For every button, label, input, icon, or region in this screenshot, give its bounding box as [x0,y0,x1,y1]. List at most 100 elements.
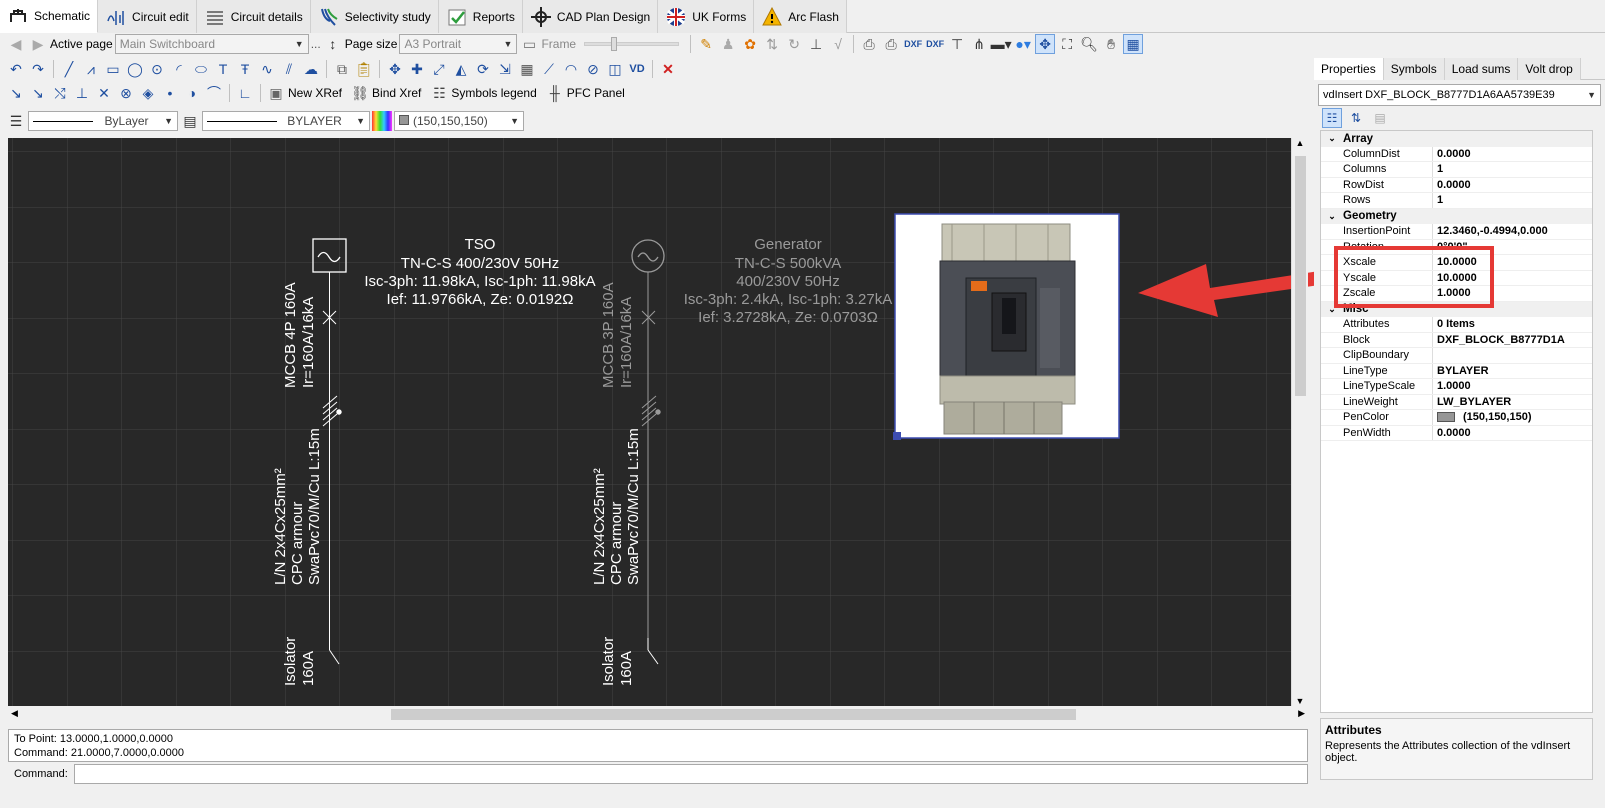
zoom-extents-icon[interactable]: ⛶ [1057,34,1077,54]
new-xref-button[interactable]: New XRef [288,86,342,100]
scroll-right-icon[interactable]: ▶ [1298,708,1305,719]
lineweight-icon[interactable]: ☰ [6,111,26,131]
copy-icon[interactable]: ⧉ [332,59,352,79]
tab-reports[interactable]: Reports [438,0,523,33]
page-size-select[interactable]: A3 Portrait ▼ [399,34,518,54]
symbols-legend-icon[interactable]: ☷ [429,83,449,103]
line-icon[interactable]: ╱ [59,59,79,79]
fillet-icon[interactable]: ◠ [561,59,581,79]
property-row[interactable]: ClipBoundary [1321,348,1592,364]
tab-cad-plan-design[interactable]: CAD Plan Design [522,0,659,33]
polyline-icon[interactable]: ⩘ [81,59,101,79]
grid-toggle-icon[interactable]: ▦ [1123,34,1144,54]
color-dropdown-icon[interactable]: ●▾ [1013,34,1033,54]
property-row[interactable]: RowDist 0.0000 [1321,177,1592,193]
tab-uk-forms[interactable]: UK Forms [658,0,755,33]
explode-icon[interactable]: ⊘ [583,59,603,79]
lineweight-select[interactable]: BYLAYER ▼ [202,111,370,131]
rectangle-icon[interactable]: ▭ [103,59,123,79]
mirror-icon[interactable]: ◭ [451,59,471,79]
tab-circuit-details[interactable]: Circuit details [196,0,311,33]
hatch-icon[interactable]: ⫽ [279,59,299,79]
hierarchy-icon[interactable]: ⊥ [806,34,826,54]
property-value[interactable]: LW_BYLAYER [1433,396,1592,408]
color-select[interactable]: (150,150,150) ▼ [394,111,524,131]
drawing-canvas[interactable]: TSO TN-C-S 400/230V 50Hz Isc-3ph: 11.98k… [8,138,1291,706]
property-value[interactable]: 1 [1433,163,1592,175]
property-value[interactable]: (150,150,150) [1433,411,1592,423]
spline-icon[interactable]: ∿ [257,59,277,79]
offset-icon[interactable]: ◫ [605,59,625,79]
circle-center-icon[interactable]: ⊙ [147,59,167,79]
snap-perpendicular-icon[interactable]: ⊥ [72,83,92,103]
mccb-block-insert[interactable] [893,213,1120,440]
back-icon[interactable]: ◀ [6,34,26,54]
text-icon[interactable]: T [213,59,233,79]
swap-icon[interactable]: ⇅ [762,34,782,54]
pencil-icon[interactable]: ✎ [696,34,716,54]
snap-quadrant-icon[interactable]: ◈ [138,83,158,103]
snap-endpoint-icon[interactable]: ↘ [6,83,26,103]
sort-alpha-icon[interactable]: ⇅ [1346,108,1366,128]
slider-thumb[interactable] [611,37,618,51]
color-wheel-icon[interactable] [372,111,392,131]
property-value[interactable]: 1.0000 [1433,380,1592,392]
network-icon[interactable]: ⋔ [969,34,989,54]
snap-tangent-icon[interactable]: ◑ [182,83,202,103]
canvas-horizontal-scrollbar[interactable]: ◀ ▶ [8,706,1308,723]
tab-load-sums[interactable]: Load sums [1444,58,1519,80]
pan-icon[interactable]: ✋︎ [1101,34,1121,54]
dxf-export-icon[interactable]: DXF [903,34,923,54]
layer-dropdown-icon[interactable]: ▬▾ [991,34,1012,54]
property-value[interactable]: 0.0000 [1433,148,1592,160]
property-row[interactable]: PenColor (150,150,150) [1321,410,1592,426]
snap-center-icon[interactable]: ⊗ [116,83,136,103]
forward-icon[interactable]: ▶ [28,34,48,54]
property-value[interactable]: DXF_BLOCK_B8777D1A [1433,334,1592,346]
zoom-window-icon[interactable]: 🔍︎ [1079,34,1099,54]
symbols-legend-button[interactable]: Symbols legend [451,86,536,100]
property-category[interactable]: ⌄ Array [1321,131,1592,147]
chevron-down-icon[interactable]: ⌄ [1321,133,1343,144]
circle-icon[interactable]: ◯ [125,59,145,79]
print-all-icon[interactable]: ⎙ [881,34,901,54]
move-icon[interactable]: ✥ [385,59,405,79]
property-row[interactable]: InsertionPoint 12.3460,-0.4994,0.000 [1321,224,1592,240]
refresh-icon[interactable]: ↻ [784,34,804,54]
scroll-up-icon[interactable]: ▲ [1292,138,1308,152]
property-row[interactable]: ColumnDist 0.0000 [1321,146,1592,162]
bind-xref-button[interactable]: Bind Xref [372,86,421,100]
snap-node-icon[interactable]: • [160,83,180,103]
tab-circuit-edit[interactable]: Circuit edit [98,0,197,33]
property-value[interactable]: 12.3460,-0.4994,0.000 [1433,225,1592,237]
redo-icon[interactable]: ↷ [28,59,48,79]
schematic-drawing[interactable]: TSO TN-C-S 400/230V 50Hz Isc-3ph: 11.98k… [8,138,1291,706]
frame-checkbox-icon[interactable]: ▭ [519,34,539,54]
stretch-icon[interactable]: ⇲ [495,59,515,79]
canvas-vertical-scrollbar[interactable]: ▲ ▼ [1291,138,1308,706]
categorized-icon[interactable]: ☷ [1322,108,1342,128]
active-page-select[interactable]: Main Switchboard ▼ [114,34,309,54]
property-value[interactable]: 0.0000 [1433,179,1592,191]
snap-cross-icon[interactable]: ✕ [94,83,114,103]
chart-icon[interactable]: √ [828,34,848,54]
property-row[interactable]: PenWidth 0.0000 [1321,425,1592,441]
tab-schematic[interactable]: Schematic [0,0,99,33]
property-row[interactable]: LineWeight LW_BYLAYER [1321,394,1592,410]
linetype-icon[interactable]: ▤ [180,111,200,131]
property-row[interactable]: Block DXF_BLOCK_B8777D1A [1321,332,1592,348]
object-selector[interactable]: vdInsert DXF_BLOCK_B8777D1A6AA5739E39 ▼ [1318,84,1601,106]
property-category[interactable]: ⌄ Geometry [1321,208,1592,224]
ellipse-icon[interactable]: ⬭ [191,59,211,79]
property-grid[interactable]: ⌄ Array ColumnDist 0.0000 Columns 1 RowDist 0.0… [1320,130,1593,713]
scroll-thumb[interactable] [1295,156,1306,396]
command-history[interactable]: To Point: 13.0000,1.0000,0.0000 Command:… [8,729,1308,762]
arc-icon[interactable]: ◜ [169,59,189,79]
tab-selectivity-study[interactable]: Selectivity study [310,0,439,33]
copy-move-icon[interactable]: ✚ [407,59,427,79]
page-ellipsis[interactable]: ... [311,37,321,51]
paste-icon[interactable]: 📋︎ [354,59,374,79]
property-value[interactable]: BYLAYER [1433,365,1592,377]
ortho-icon[interactable]: ∟ [235,83,255,103]
linetype-select[interactable]: ByLayer ▼ [28,111,178,131]
